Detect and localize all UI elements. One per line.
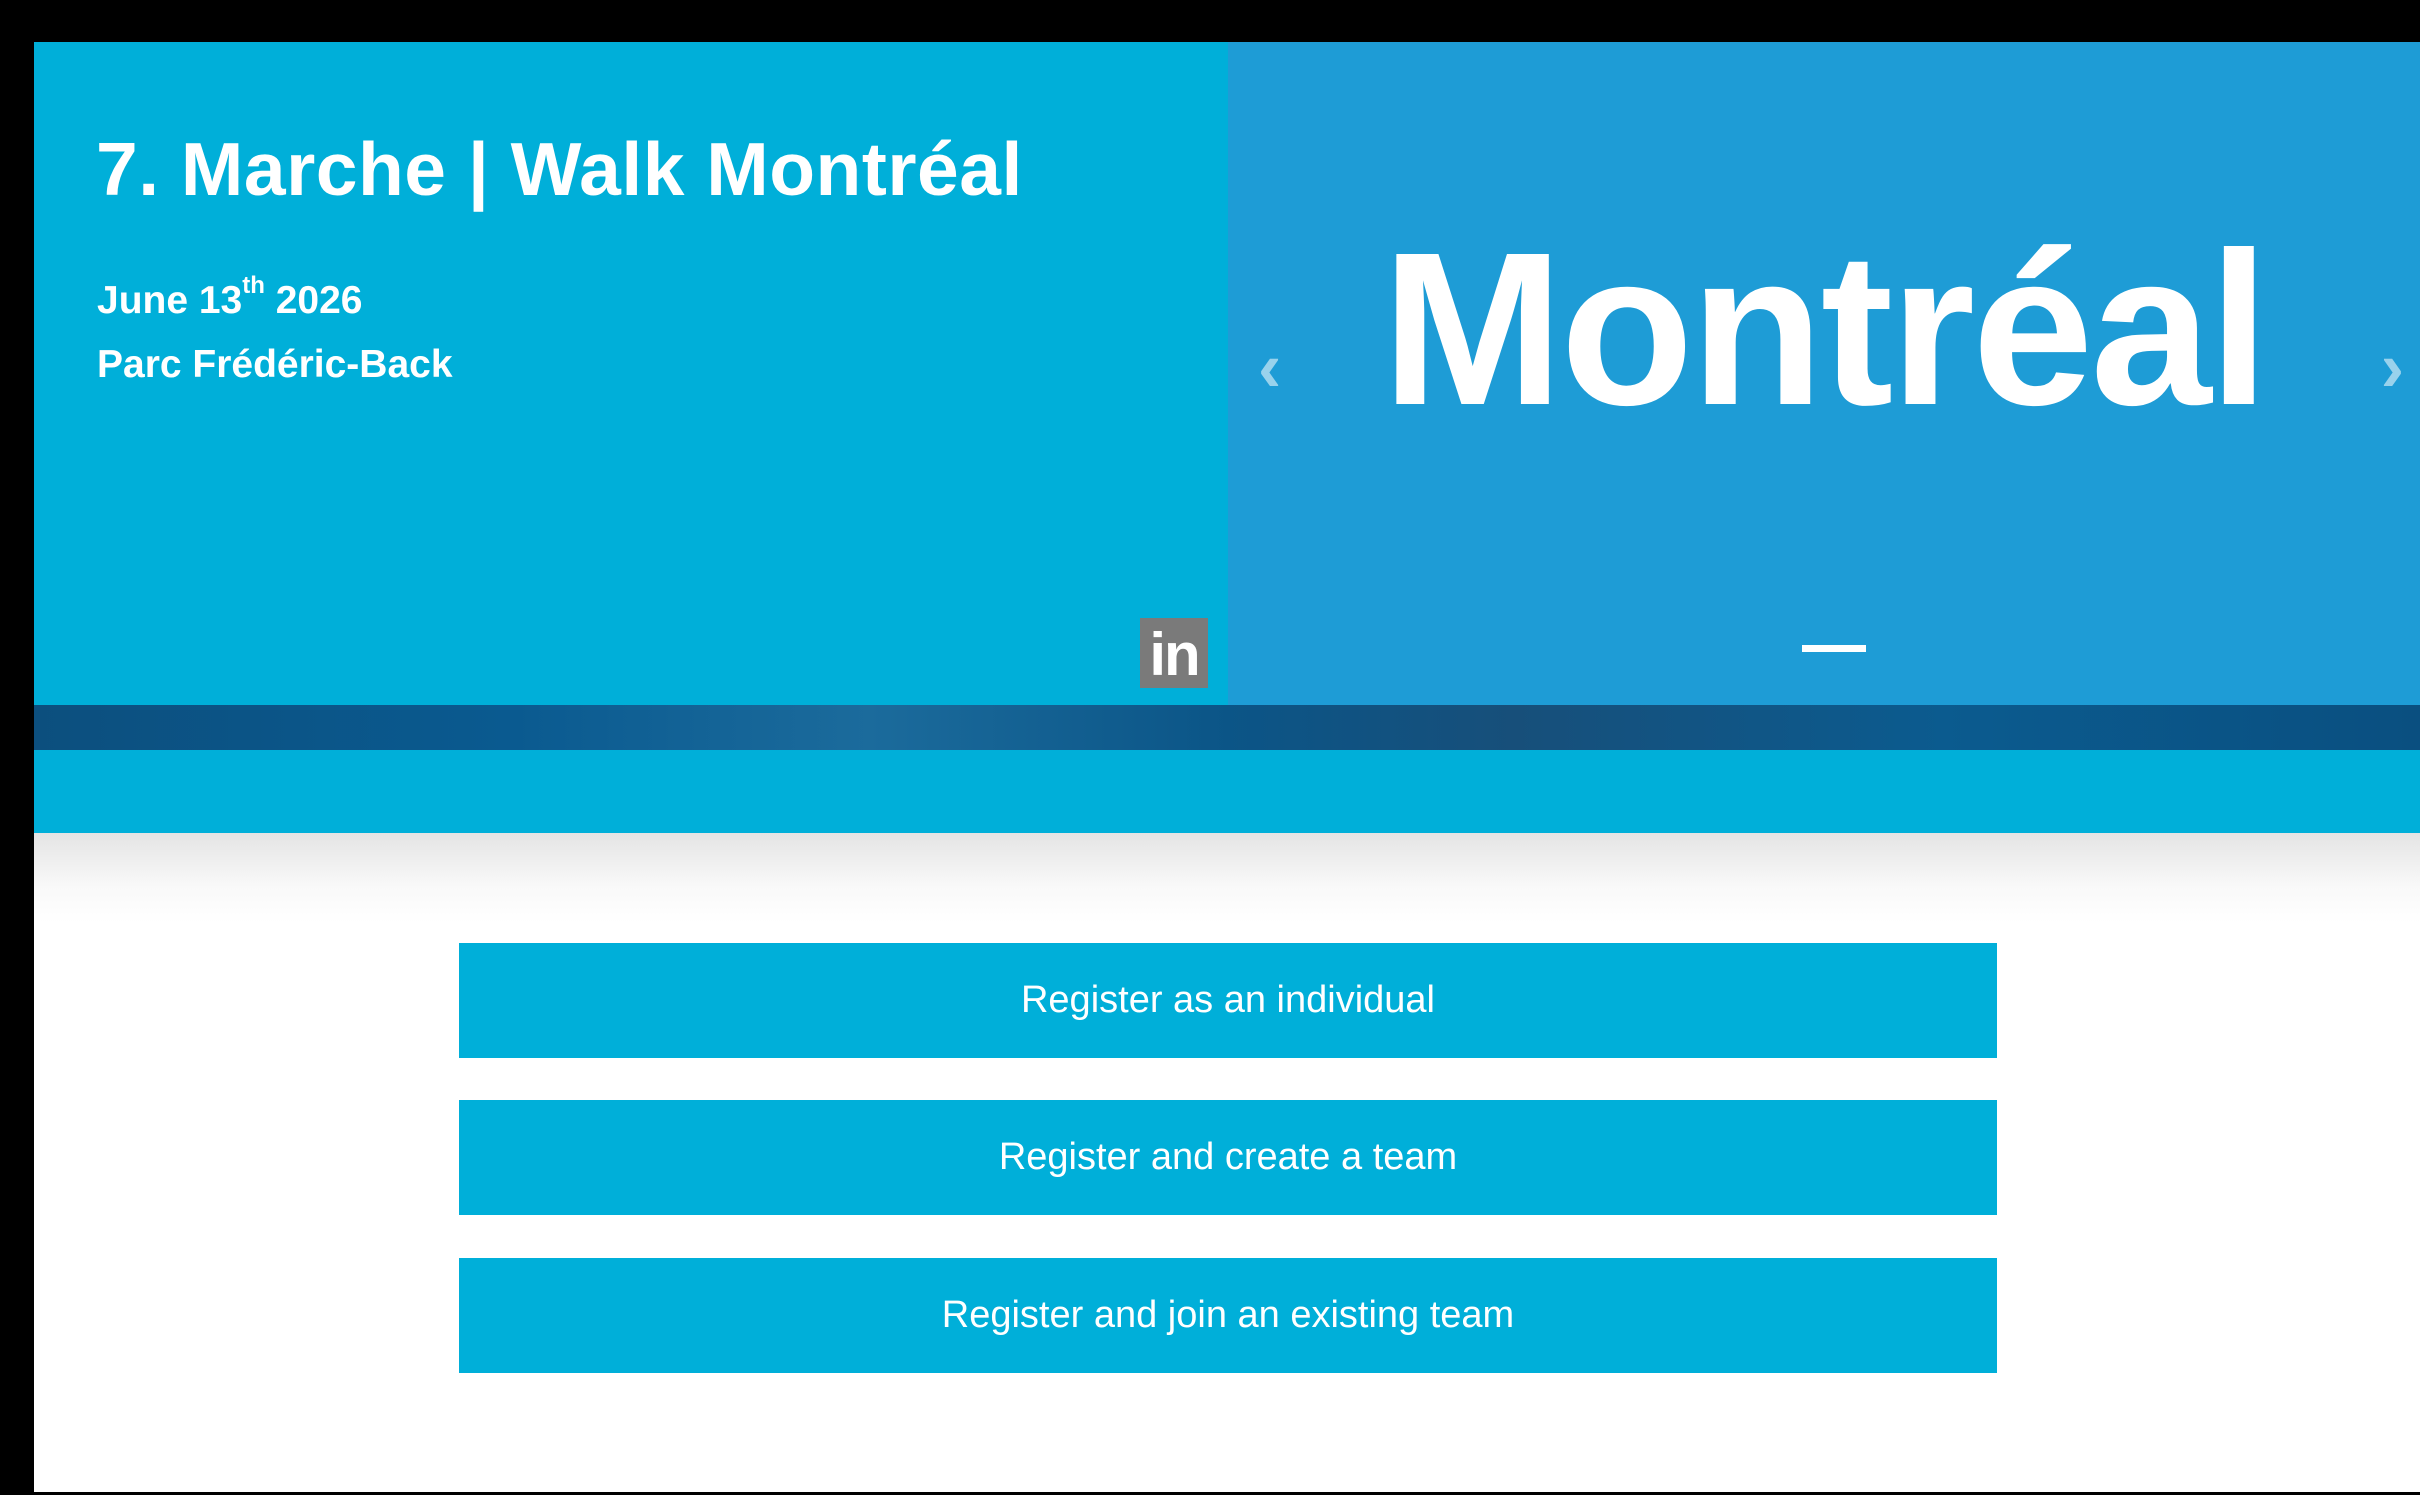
register-individual-button[interactable]: Register as an individual (459, 943, 1997, 1058)
event-date-ordinal: th (242, 272, 265, 299)
city-carousel: ‹ Montréal › (1228, 42, 2420, 705)
chevron-right-icon[interactable]: › (2381, 332, 2404, 402)
carousel-city-title: Montréal (1381, 208, 2269, 451)
event-location: Parc Frédéric-Back (97, 343, 453, 386)
event-title: 7. Marche | Walk Montréal (96, 127, 1023, 211)
event-date: June 13th 2026 (97, 260, 453, 333)
event-info: June 13th 2026 Parc Frédéric-Back (97, 260, 453, 397)
page-frame: 7. Marche | Walk Montréal June 13th 2026… (34, 42, 2420, 1492)
register-join-team-button[interactable]: Register and join an existing team (459, 1258, 1997, 1373)
event-date-day: June 13 (97, 279, 243, 322)
hero-photo-strip (34, 705, 2420, 750)
blue-band (34, 750, 2420, 833)
event-date-year: 2026 (264, 279, 363, 322)
register-create-team-button[interactable]: Register and create a team (459, 1100, 1997, 1215)
linkedin-icon[interactable]: in (1140, 618, 1208, 688)
event-header: 7. Marche | Walk Montréal June 13th 2026… (34, 42, 1228, 705)
band-shadow (34, 833, 2420, 923)
carousel-indicator[interactable] (1802, 645, 1866, 652)
